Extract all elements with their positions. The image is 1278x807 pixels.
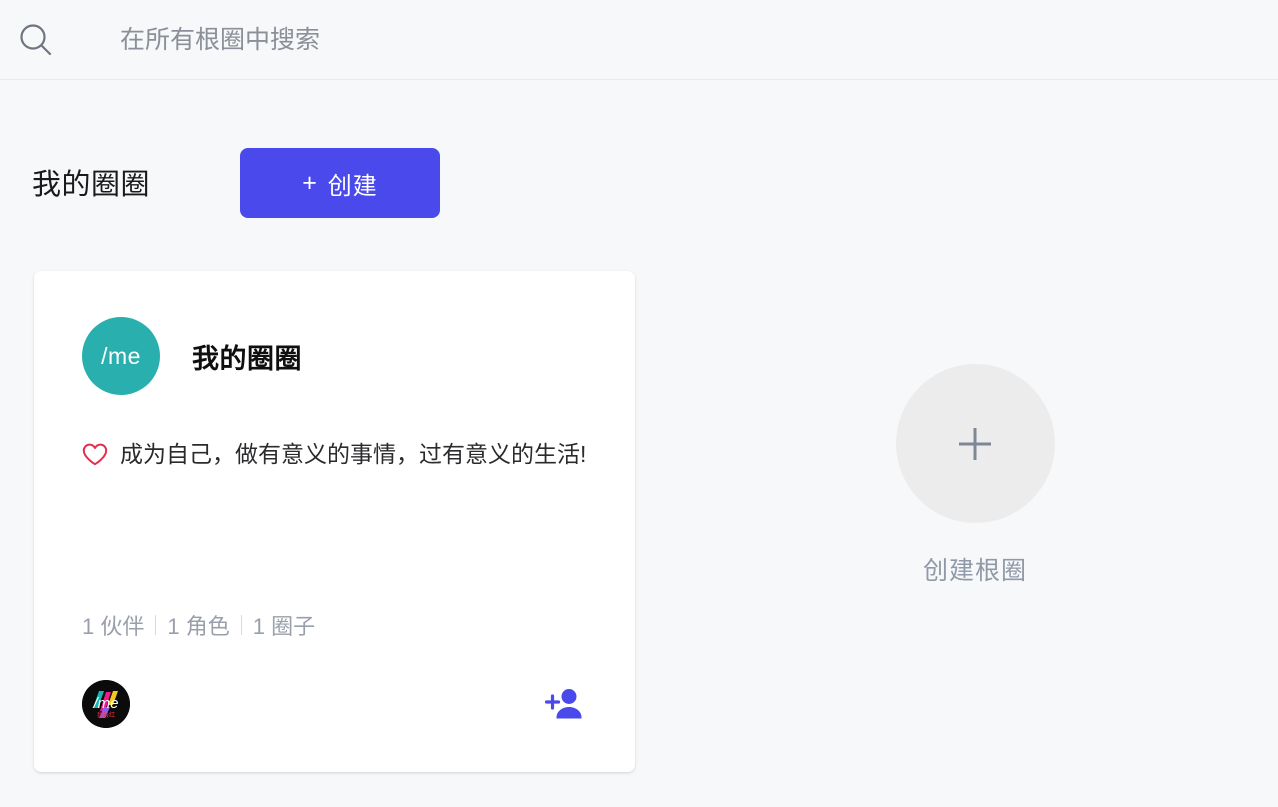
stat-roles: 1 角色	[167, 614, 230, 639]
stat-circles: 1 圈子	[252, 614, 316, 639]
plus-icon	[959, 427, 991, 460]
heart-outline-icon	[82, 443, 108, 466]
avatar-label: /me	[101, 342, 141, 369]
card-header: /me 我的圈圈	[82, 317, 302, 395]
search-input[interactable]	[120, 17, 1278, 62]
card-description: 成为自己，做有意义的事情，过有意义的生活!	[82, 434, 587, 474]
create-button-label: 创建	[327, 172, 378, 200]
me-brand-logo[interactable]: /me 我最红	[82, 680, 130, 728]
card-stats: 1 伙伴 1 角色 1 圈子	[82, 609, 315, 641]
stat-partners: 1 伙伴	[82, 614, 145, 639]
add-person-icon[interactable]	[545, 687, 585, 721]
avatar[interactable]: /me	[82, 317, 160, 395]
card-title: 我的圈圈	[192, 343, 302, 374]
create-root-label: 创建根圈	[922, 557, 1027, 585]
plus-icon: +	[302, 168, 318, 197]
page-title: 我的圈圈	[32, 169, 151, 201]
search-bar	[0, 0, 1278, 80]
create-root-circle-button[interactable]: 创建根圈	[895, 364, 1055, 587]
stat-separator	[155, 615, 157, 635]
stat-separator	[240, 615, 242, 635]
create-root-circle-placeholder[interactable]	[895, 364, 1055, 523]
search-icon[interactable]	[14, 18, 58, 62]
svg-text:/me: /me	[92, 695, 118, 712]
svg-text:我最红: 我最红	[97, 711, 115, 719]
card-footer: /me 我最红	[82, 674, 587, 734]
description-text: 成为自己，做有意义的事情，过有意义的生活!	[120, 441, 587, 467]
circle-card[interactable]: /me 我的圈圈 成为自己，做有意义的事情，过有意义的生活! 1 伙伴 1 角色…	[34, 271, 635, 772]
create-button[interactable]: + 创建	[240, 148, 440, 218]
